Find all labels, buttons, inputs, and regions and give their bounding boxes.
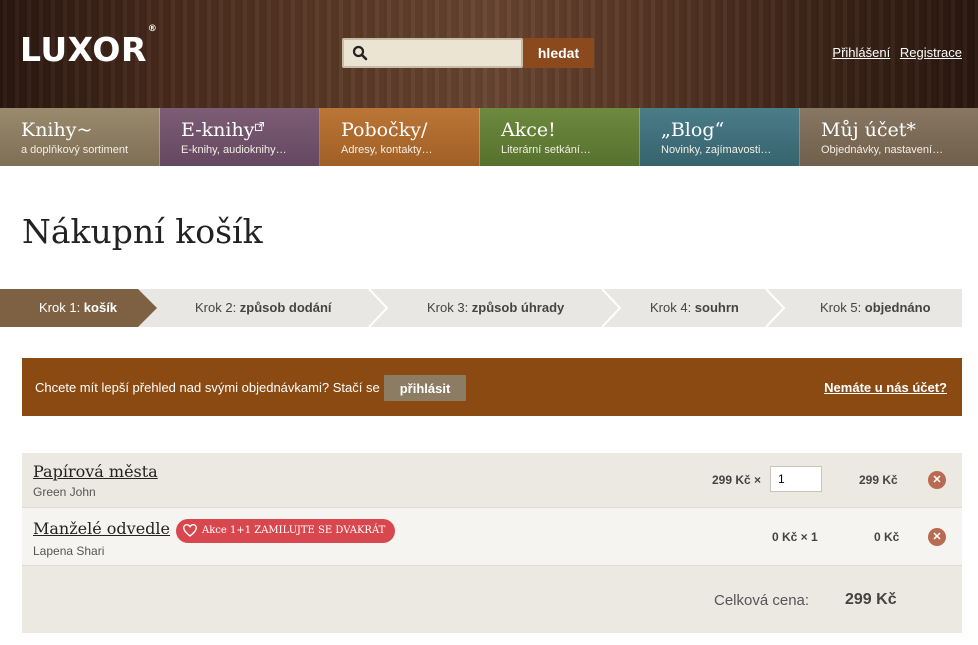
no-account-link[interactable]: Nemáte u nás účet? bbox=[824, 380, 947, 395]
nav-item-akce[interactable]: Akce! Literární setkání… bbox=[480, 108, 640, 166]
luxor-logo[interactable]: LUXOR® bbox=[20, 24, 157, 69]
item-total: 299 Kč bbox=[859, 473, 898, 487]
total-label: Celková cena: bbox=[714, 592, 810, 609]
product-author: Lapena Shari bbox=[33, 544, 105, 558]
step-separator bbox=[601, 289, 622, 327]
nav-item-eknihy[interactable]: E-knihy E-knihy, audioknihy… bbox=[160, 108, 320, 166]
cart-row: Manželé odvedle Lapena Shari Akce 1+1 ZA… bbox=[22, 508, 962, 566]
nav-title: Akce! bbox=[501, 119, 556, 141]
search-box[interactable] bbox=[342, 38, 523, 68]
remove-item-button[interactable]: ✕ bbox=[928, 528, 946, 546]
product-author: Green John bbox=[33, 485, 96, 499]
cart-summary: Celková cena: 299 Kč bbox=[22, 566, 962, 633]
product-title[interactable]: Manželé odvedle bbox=[33, 519, 170, 538]
promo-badge[interactable]: Akce 1+1 ZAMILUJTE SE DVAKRÁT bbox=[176, 519, 396, 543]
login-button[interactable]: přihlásit bbox=[384, 375, 466, 401]
banner-message: Chcete mít lepší přehled nad svými objed… bbox=[35, 380, 380, 395]
product-title[interactable]: Papírová města bbox=[33, 462, 158, 481]
step-2: Krok 2: způsob dodání bbox=[195, 300, 332, 315]
cart-row: Papírová města Green John 299 Kč × 299 K… bbox=[22, 453, 962, 508]
step-4: Krok 4: souhrn bbox=[650, 300, 739, 315]
nav-item-blog[interactable]: „Blog“ Novinky, zajímavosti… bbox=[640, 108, 800, 166]
auth-links: Přihlášení Registrace bbox=[826, 45, 962, 60]
nav-item-pobocky[interactable]: Pobočky/ Adresy, kontakty… bbox=[320, 108, 480, 166]
nav-subtitle: E-knihy, audioknihy… bbox=[181, 144, 287, 156]
remove-item-button[interactable]: ✕ bbox=[928, 471, 946, 489]
login-banner: Chcete mít lepší přehled nad svými objed… bbox=[22, 358, 962, 416]
page-title: Nákupní košík bbox=[22, 212, 263, 251]
cart-table: Papírová města Green John 299 Kč × 299 K… bbox=[22, 453, 962, 633]
search-input[interactable] bbox=[374, 43, 519, 63]
nav-subtitle: a doplňkový sortiment bbox=[21, 144, 128, 156]
nav-item-muj-ucet[interactable]: Můj účet* Objednávky, nastavení… bbox=[800, 108, 978, 166]
step-separator bbox=[765, 289, 786, 327]
nav-title: Pobočky/ bbox=[341, 119, 428, 141]
quantity-input[interactable] bbox=[770, 466, 822, 492]
search-icon bbox=[352, 45, 368, 61]
step-1: Krok 1: košík bbox=[39, 300, 118, 315]
step-3: Krok 3: způsob úhrady bbox=[427, 300, 565, 315]
external-link-icon bbox=[255, 122, 265, 131]
login-link[interactable]: Přihlášení bbox=[832, 45, 890, 60]
nav-item-knihy[interactable]: Knihy~ a doplňkový sortiment bbox=[0, 108, 160, 166]
item-total: 0 Kč bbox=[874, 530, 900, 544]
total-value: 299 Kč bbox=[845, 591, 897, 608]
nav-subtitle: Literární setkání… bbox=[501, 144, 591, 156]
nav-title: „Blog“ bbox=[661, 119, 725, 141]
nav-title: Knihy~ bbox=[21, 119, 93, 141]
unit-price: 299 Kč × bbox=[712, 473, 762, 487]
main-nav: Knihy~ a doplňkový sortiment E-knihy E-k… bbox=[0, 108, 978, 166]
nav-title: E-knihy bbox=[181, 118, 319, 142]
nav-subtitle: Adresy, kontakty… bbox=[341, 144, 433, 156]
unit-price-quantity: 0 Kč × 1 bbox=[772, 530, 818, 544]
register-link[interactable]: Registrace bbox=[900, 45, 962, 60]
heart-icon bbox=[183, 524, 197, 537]
nav-title: Můj účet* bbox=[821, 119, 916, 141]
site-header: LUXOR® hledat Přihlášení Registrace bbox=[0, 0, 978, 108]
step-separator bbox=[368, 289, 389, 327]
step-5: Krok 5: objednáno bbox=[820, 300, 931, 315]
checkout-steps: Krok 1: košík Krok 2: způsob dodání Krok… bbox=[0, 289, 962, 327]
nav-subtitle: Novinky, zajímavosti… bbox=[661, 144, 772, 156]
search-button[interactable]: hledat bbox=[523, 38, 594, 68]
nav-subtitle: Objednávky, nastavení… bbox=[821, 144, 944, 156]
